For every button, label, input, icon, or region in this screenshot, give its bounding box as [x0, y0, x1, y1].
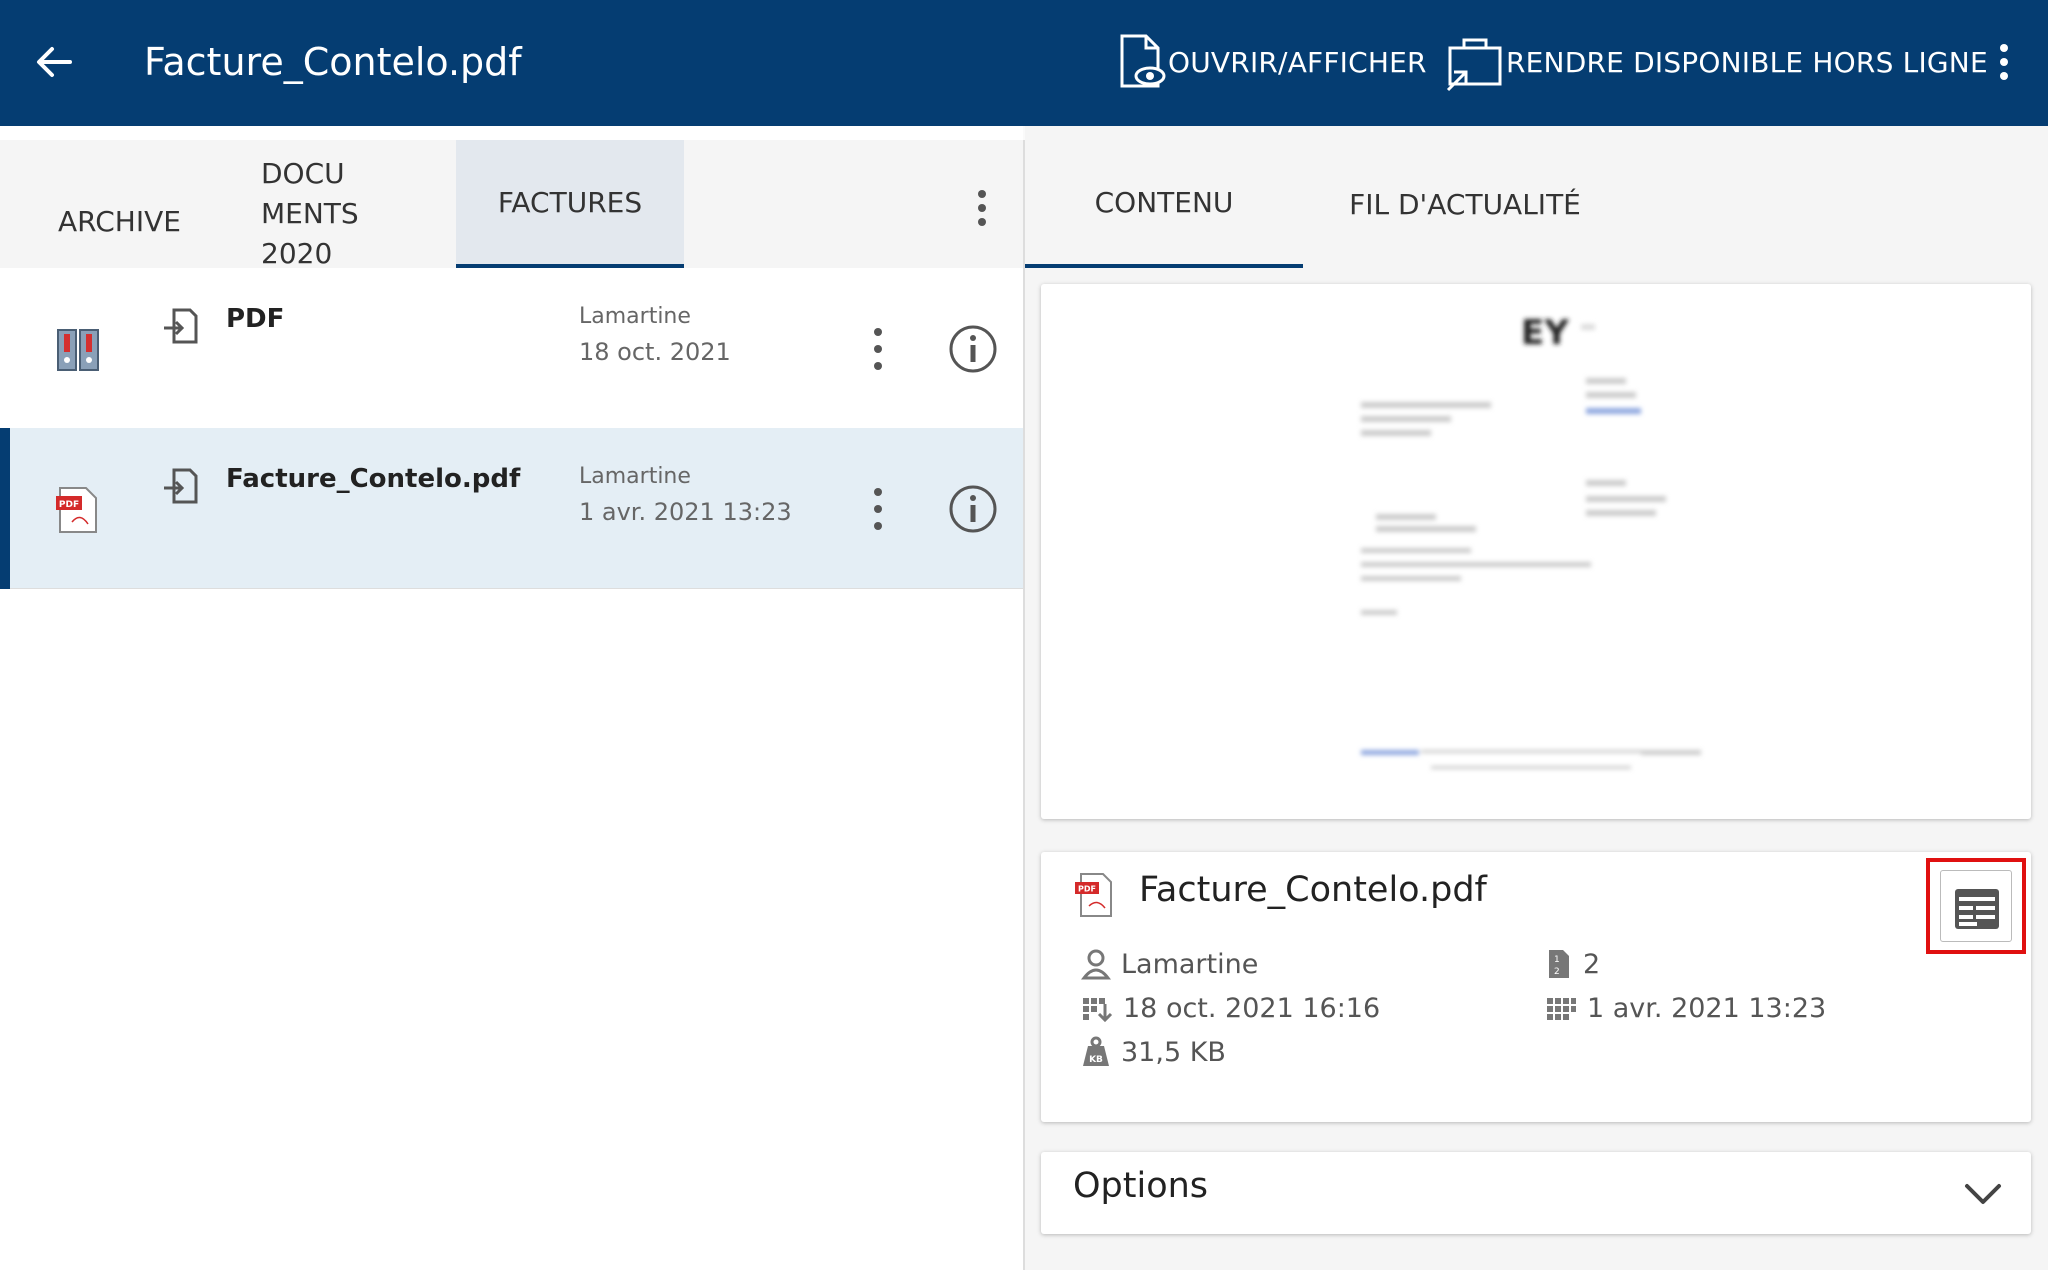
tabs-more-icon[interactable]	[966, 184, 998, 232]
page-title: Facture_Contelo.pdf	[144, 40, 522, 84]
app-bar: Facture_Contelo.pdf OUVRIR/AFFICHER REND…	[0, 0, 2048, 126]
item-date: 1 avr. 2021 13:23	[579, 498, 792, 526]
back-arrow-icon[interactable]	[30, 38, 78, 86]
meta-created-date-value: 1 avr. 2021 13:23	[1587, 992, 1827, 1024]
item-owner: Lamartine	[579, 304, 691, 329]
item-owner: Lamartine	[579, 464, 691, 489]
chevron-down-icon	[1965, 1184, 2001, 1204]
metadata-view-button[interactable]	[1926, 858, 2026, 954]
info-icon[interactable]	[948, 324, 998, 374]
list-item[interactable]: PDF Lamartine 18 oct. 2021	[0, 268, 1023, 429]
meta-pages-value: 2	[1583, 948, 1601, 980]
blurred-document-thumbnail: EY	[1361, 313, 1701, 769]
meta-created-date: 1 avr. 2021 13:23	[1545, 992, 1826, 1024]
meta-pages: 1 2 2	[1545, 948, 1600, 980]
pdf-file-icon: PDF	[1075, 873, 1112, 917]
svg-text:PDF: PDF	[1078, 885, 1096, 894]
document-eye-icon	[1120, 34, 1166, 88]
meta-owner: Lamartine	[1081, 948, 1258, 980]
svg-text:2: 2	[1554, 967, 1560, 977]
document-link-icon	[164, 468, 198, 504]
item-more-icon[interactable]	[864, 482, 892, 536]
document-preview[interactable]: EY	[1041, 284, 2031, 819]
form-layout-icon	[1955, 889, 1999, 929]
more-vert-icon[interactable]	[1988, 38, 2020, 86]
tab-documents-2020[interactable]: DOCU MENTS 2020	[261, 154, 381, 274]
list-item-selected[interactable]: PDF Facture_Contelo.pdf Lamartine 1 avr.…	[0, 428, 1023, 589]
svg-text:KB: KB	[1089, 1055, 1103, 1065]
tab-factures[interactable]: FACTURES	[456, 140, 684, 268]
document-title: Facture_Contelo.pdf	[1139, 870, 1487, 910]
item-name: Facture_Contelo.pdf	[226, 464, 521, 494]
options-label: Options	[1073, 1166, 1209, 1206]
options-accordion[interactable]: Options	[1041, 1152, 2031, 1234]
user-icon	[1081, 949, 1111, 980]
item-more-icon[interactable]	[864, 322, 892, 376]
right-tab-bar: CONTENU FIL D'ACTUALITÉ	[1025, 140, 2048, 268]
meta-archived-date: 18 oct. 2021 16:16	[1081, 992, 1380, 1024]
meta-archived-date-value: 18 oct. 2021 16:16	[1123, 992, 1381, 1024]
page-count-icon: 1 2	[1549, 950, 1569, 978]
svg-text:PDF: PDF	[59, 500, 79, 510]
info-icon[interactable]	[948, 484, 998, 534]
make-offline-label: RENDRE DISPONIBLE HORS LIGNE	[1506, 45, 1988, 79]
calendar-icon	[1547, 998, 1576, 1020]
pdf-file-icon: PDF	[56, 487, 97, 533]
item-date: 18 oct. 2021	[579, 338, 731, 366]
open-view-label: OUVRIR/AFFICHER	[1168, 45, 1427, 79]
svg-text:1: 1	[1554, 955, 1560, 965]
document-details-card: PDF Facture_Contelo.pdf Lamartine 1 2 2 …	[1041, 852, 2031, 1122]
calendar-archive-icon	[1083, 998, 1113, 1023]
tab-archive[interactable]: ARCHIVE	[58, 202, 181, 242]
svg-text:EY: EY	[1521, 313, 1569, 353]
tab-contenu[interactable]: CONTENU	[1025, 140, 1303, 268]
item-name: PDF	[226, 304, 285, 334]
tab-fil-actualite[interactable]: FIL D'ACTUALITÉ	[1305, 140, 1625, 268]
file-size-weight-icon: KB	[1083, 1036, 1109, 1066]
binder-icon	[57, 329, 99, 371]
briefcase-offline-icon	[1446, 38, 1502, 92]
document-link-icon	[164, 308, 198, 344]
make-offline-button[interactable]: RENDRE DISPONIBLE HORS LIGNE	[1444, 30, 1988, 94]
open-view-button[interactable]: OUVRIR/AFFICHER	[1116, 30, 1427, 94]
meta-owner-value: Lamartine	[1121, 948, 1259, 980]
left-pane: ARCHIVE DOCU MENTS 2020 FACTURES PDF Lam…	[0, 126, 1023, 1270]
metadata-button-frame	[1940, 870, 2012, 942]
right-pane: CONTENU FIL D'ACTUALITÉ EY PDF Facture_C…	[1025, 126, 2048, 1270]
meta-size: KB 31,5 KB	[1081, 1036, 1226, 1068]
meta-size-value: 31,5 KB	[1121, 1036, 1226, 1068]
